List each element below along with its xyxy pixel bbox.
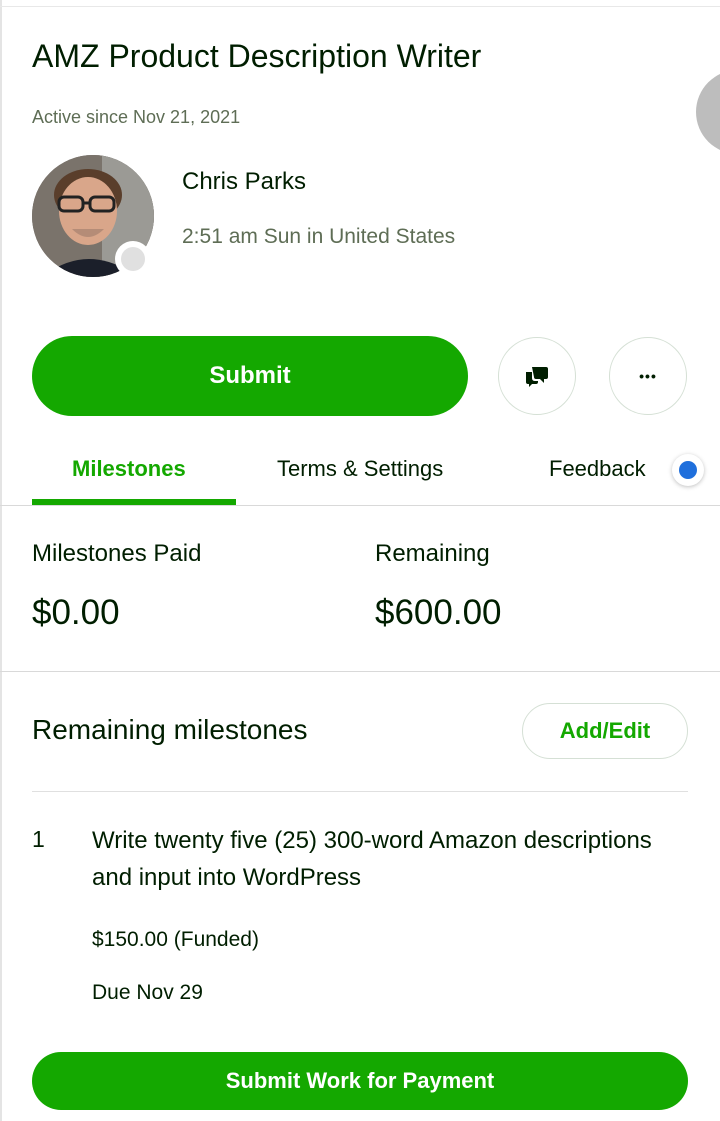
milestone-number: 1 bbox=[32, 826, 45, 852]
submit-button[interactable]: Submit bbox=[32, 336, 468, 416]
contract-page: AMZ Product Description Writer Active si… bbox=[0, 0, 720, 1121]
milestones-paid-label: Milestones Paid bbox=[32, 540, 202, 567]
tab-milestones[interactable]: Milestones bbox=[72, 456, 186, 482]
summary-divider bbox=[0, 671, 720, 672]
freelancer-name[interactable]: Chris Parks bbox=[182, 168, 306, 196]
milestones-divider bbox=[32, 791, 688, 792]
freelancer-local-time: 2:51 am Sun in United States bbox=[182, 225, 456, 248]
contract-title: AMZ Product Description Writer bbox=[32, 38, 482, 74]
remaining-milestones-title: Remaining milestones bbox=[32, 714, 308, 745]
feedback-notification-badge bbox=[672, 454, 704, 486]
milestone-due-date: Due Nov 29 bbox=[92, 981, 203, 1004]
tabs-divider bbox=[0, 505, 720, 506]
offline-dot-icon bbox=[121, 247, 145, 271]
more-options-button[interactable]: ••• bbox=[609, 337, 687, 415]
floating-assistant-button[interactable] bbox=[696, 70, 720, 154]
more-options-icon: ••• bbox=[639, 368, 657, 384]
left-border bbox=[0, 0, 2, 1121]
milestone-amount: $150.00 (Funded) bbox=[92, 928, 259, 951]
active-since-text: Active since Nov 21, 2021 bbox=[32, 107, 241, 127]
milestone-description: Write twenty five (25) 300-word Amazon d… bbox=[92, 827, 652, 891]
remaining-value: $600.00 bbox=[375, 593, 502, 632]
top-border bbox=[0, 6, 720, 7]
milestones-paid-value: $0.00 bbox=[32, 593, 120, 632]
tab-terms-settings[interactable]: Terms & Settings bbox=[277, 456, 443, 482]
remaining-label: Remaining bbox=[375, 540, 490, 567]
message-icon bbox=[526, 367, 548, 387]
notification-dot-icon bbox=[679, 461, 697, 479]
message-button[interactable] bbox=[498, 337, 576, 415]
add-edit-button[interactable]: Add/Edit bbox=[522, 703, 688, 759]
submit-work-for-payment-button[interactable]: Submit Work for Payment bbox=[32, 1052, 688, 1110]
tab-feedback[interactable]: Feedback bbox=[549, 456, 646, 482]
status-indicator bbox=[115, 241, 151, 277]
